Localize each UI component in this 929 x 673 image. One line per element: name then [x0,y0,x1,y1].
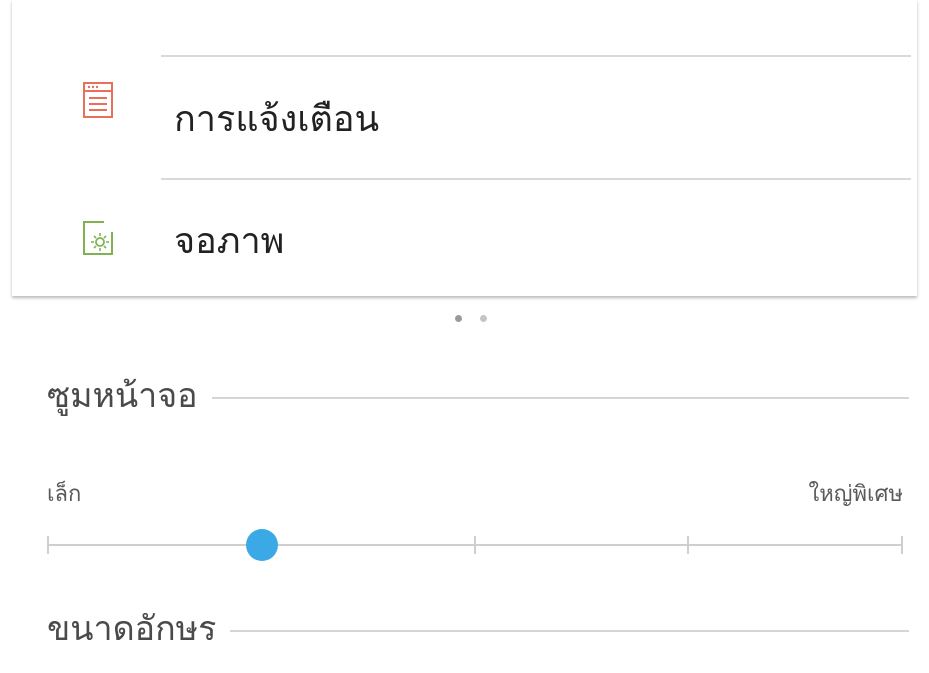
setting-item-notifications[interactable]: การแจ้งเตือน [12,60,917,180]
setting-label-notifications: การแจ้งเตือน [174,99,380,140]
page-indicator[interactable] [451,315,491,325]
screen-zoom-settings-page: การแจ้งเตือน จอภาพ ซูมหน้าจอ เล็ก ใหญ่พิ… [0,0,929,673]
font-size-header: ขนาดอักษร [47,605,909,653]
screen-zoom-header: ซูมหน้าจอ [47,372,909,420]
font-size-title: ขนาดอักษร [47,605,231,653]
page-dot-1[interactable] [455,315,462,322]
settings-preview-card[interactable]: การแจ้งเตือน จอภาพ [12,0,917,296]
display-icon [83,221,113,255]
page-dot-2[interactable] [480,315,487,322]
slider-tick [47,536,49,554]
faded-previous-icon [90,0,120,10]
slider-max-label: ใหญ่พิเศษ [808,482,903,507]
faded-previous-item-label [174,0,464,12]
slider-tick [687,536,689,554]
item-divider [161,55,911,57]
notifications-icon [83,82,113,118]
slider-tick [901,536,903,554]
slider-min-label: เล็ก [47,482,82,507]
screen-zoom-slider[interactable] [47,520,903,570]
slider-thumb[interactable] [245,529,278,561]
screen-zoom-title: ซูมหน้าจอ [47,372,212,420]
setting-item-display[interactable]: จอภาพ [12,180,917,296]
setting-label-display: จอภาพ [174,221,285,262]
slider-tick [474,536,476,554]
